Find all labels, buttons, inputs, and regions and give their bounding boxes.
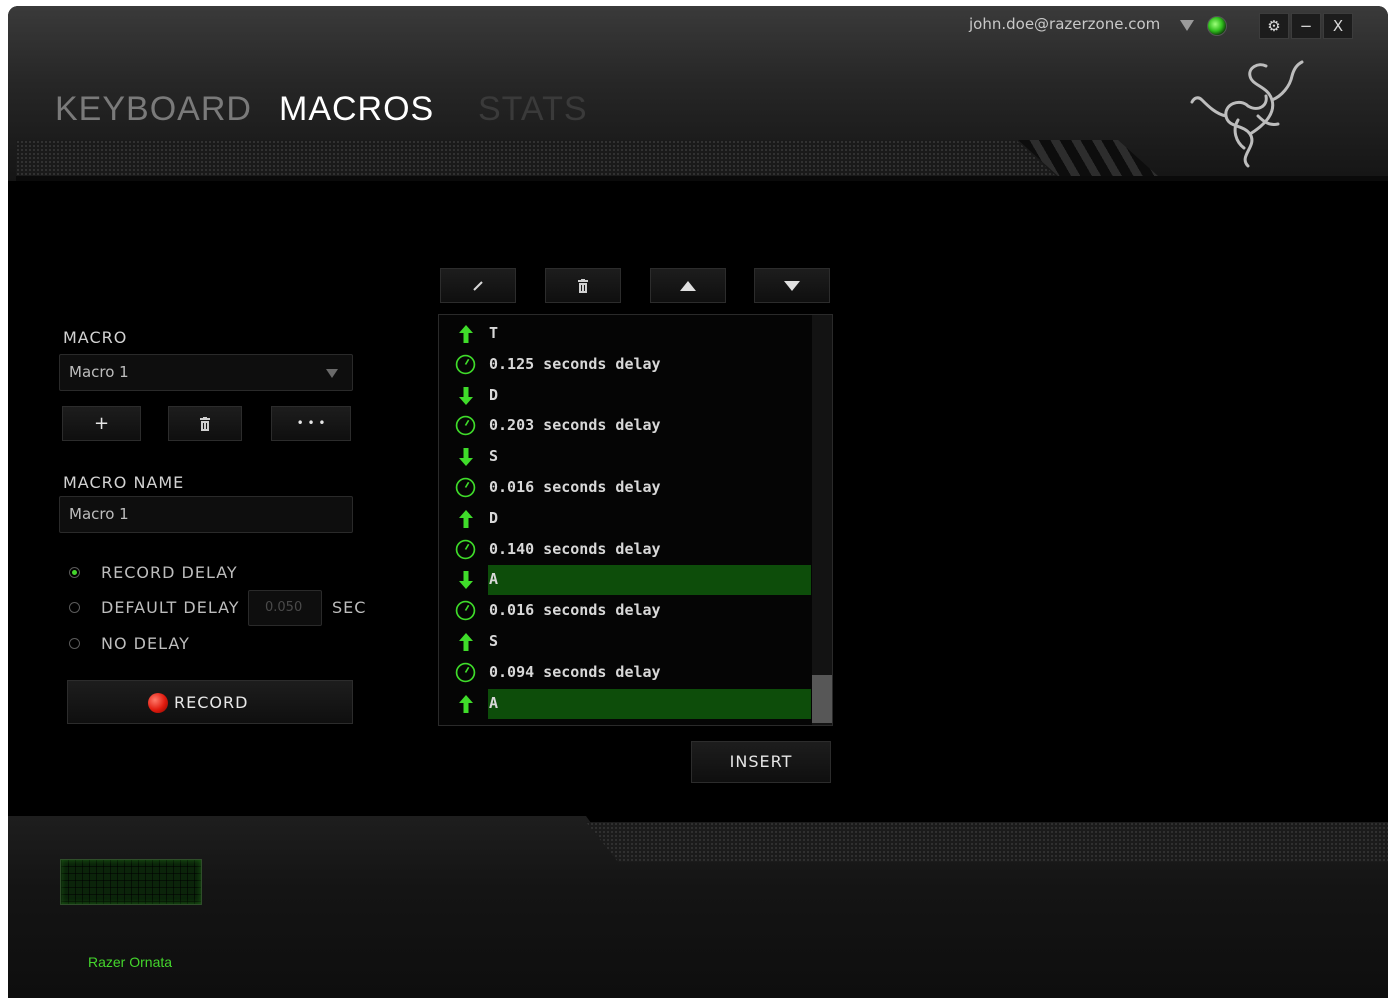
record-button[interactable]: RECORD (67, 680, 353, 724)
delete-action-button[interactable] (545, 268, 621, 303)
macro-action-text: 0.016 seconds delay (489, 478, 661, 496)
macro-action-text: 0.125 seconds delay (489, 354, 661, 373)
header-texture-strip (16, 140, 1056, 176)
record-icon (148, 693, 168, 713)
default-delay-input[interactable]: 0.050 (248, 590, 322, 626)
trash-icon (578, 279, 588, 293)
razer-synapse-window: KEYBOARD MACROS STATS john.doe@razerzone… (8, 6, 1388, 998)
clock-icon (455, 477, 476, 498)
macro-action-text: A (489, 570, 499, 589)
key-down-arrow-icon (459, 448, 473, 467)
key-down-arrow-icon (459, 571, 473, 590)
keyboard-device-icon[interactable] (60, 859, 202, 905)
account-email[interactable]: john.doe@razerzone.com (969, 15, 1160, 33)
insert-button[interactable]: INSERT (691, 741, 831, 783)
no-delay-radio[interactable] (69, 638, 80, 649)
macro-action-row[interactable]: A (439, 565, 811, 596)
macro-action-row[interactable]: T (439, 319, 811, 349)
macro-name-label: MACRO NAME (63, 473, 185, 492)
record-label: RECORD (174, 693, 249, 712)
move-up-button[interactable] (650, 268, 726, 303)
tab-stats[interactable]: STATS (478, 90, 588, 129)
device-name[interactable]: Razer Ornata (88, 954, 172, 970)
online-status-icon (1207, 16, 1227, 36)
chevron-down-icon (326, 369, 338, 378)
tab-macros[interactable]: MACROS (279, 90, 434, 129)
add-macro-button[interactable]: + (62, 406, 141, 441)
macro-action-row[interactable]: D (439, 381, 811, 411)
macro-action-row[interactable]: S (439, 442, 811, 472)
tab-keyboard[interactable]: KEYBOARD (55, 90, 252, 129)
macro-select[interactable]: Macro 1 (59, 354, 353, 391)
triangle-down-icon (784, 281, 800, 291)
macro-action-text: D (489, 385, 499, 404)
trash-icon (200, 417, 210, 431)
macro-action-row[interactable]: A (439, 688, 811, 719)
clock-icon (455, 600, 476, 621)
macro-action-text: S (489, 632, 499, 650)
macro-action-text: A (489, 693, 499, 712)
record-delay-radio[interactable] (69, 567, 80, 578)
macro-action-text: 0.016 seconds delay (489, 601, 661, 620)
clock-icon (455, 354, 476, 375)
delay-unit-label: SEC (332, 598, 367, 617)
delete-macro-button[interactable] (168, 406, 242, 441)
footer-texture-strip (586, 822, 1388, 862)
macro-action-row[interactable]: 0.016 seconds delay (439, 473, 811, 503)
macro-label: MACRO (63, 328, 128, 347)
clock-icon (455, 539, 476, 559)
pencil-icon (473, 281, 483, 291)
close-button[interactable]: X (1323, 13, 1353, 39)
move-down-button[interactable] (754, 268, 830, 303)
key-down-arrow-icon (459, 386, 473, 405)
macro-action-text: D (489, 508, 499, 527)
macro-action-row[interactable]: 0.125 seconds delay (439, 350, 811, 380)
settings-button[interactable]: ⚙ (1259, 13, 1289, 39)
macro-select-value: Macro 1 (69, 363, 129, 381)
account-dropdown-icon[interactable] (1180, 20, 1194, 31)
key-up-arrow-icon (459, 694, 473, 713)
macro-action-row[interactable]: 0.094 seconds delay (439, 658, 811, 688)
row-highlight (488, 688, 811, 719)
header-divider (16, 176, 1388, 181)
macro-action-text: 0.094 seconds delay (489, 662, 661, 681)
macro-action-text: T (489, 324, 499, 342)
default-delay-radio[interactable] (69, 602, 80, 613)
row-highlight (488, 565, 811, 596)
macro-action-text: S (489, 447, 499, 466)
macro-name-input[interactable]: Macro 1 (59, 496, 353, 533)
macro-action-text: 0.203 seconds delay (489, 416, 661, 435)
macro-action-text: 0.140 seconds delay (489, 539, 661, 558)
no-delay-label[interactable]: NO DELAY (101, 634, 190, 653)
macro-action-list[interactable]: T 0.125 seconds delay D 0.203 seconds delay… (438, 314, 833, 726)
macro-action-row[interactable]: D (439, 504, 811, 534)
list-scrollbar-thumb[interactable] (812, 675, 832, 723)
macro-action-row[interactable]: S (439, 627, 811, 657)
macro-action-row[interactable]: 0.203 seconds delay (439, 411, 811, 441)
more-options-button[interactable]: • • • (271, 406, 351, 441)
minimize-button[interactable]: − (1291, 13, 1321, 39)
record-delay-label[interactable]: RECORD DELAY (101, 563, 238, 582)
default-delay-label[interactable]: DEFAULT DELAY (101, 598, 240, 617)
razer-logo-icon (1190, 60, 1304, 168)
key-up-arrow-icon (459, 509, 473, 528)
clock-icon (455, 662, 476, 683)
macro-action-row[interactable]: 0.140 seconds delay (439, 535, 811, 565)
triangle-up-icon (680, 281, 696, 291)
macro-action-row[interactable]: 0.016 seconds delay (439, 596, 811, 626)
list-scrollbar-track[interactable] (812, 315, 832, 725)
clock-icon (455, 416, 476, 436)
edit-button[interactable] (440, 268, 516, 303)
key-up-arrow-icon (459, 325, 473, 343)
key-up-arrow-icon (459, 633, 473, 651)
